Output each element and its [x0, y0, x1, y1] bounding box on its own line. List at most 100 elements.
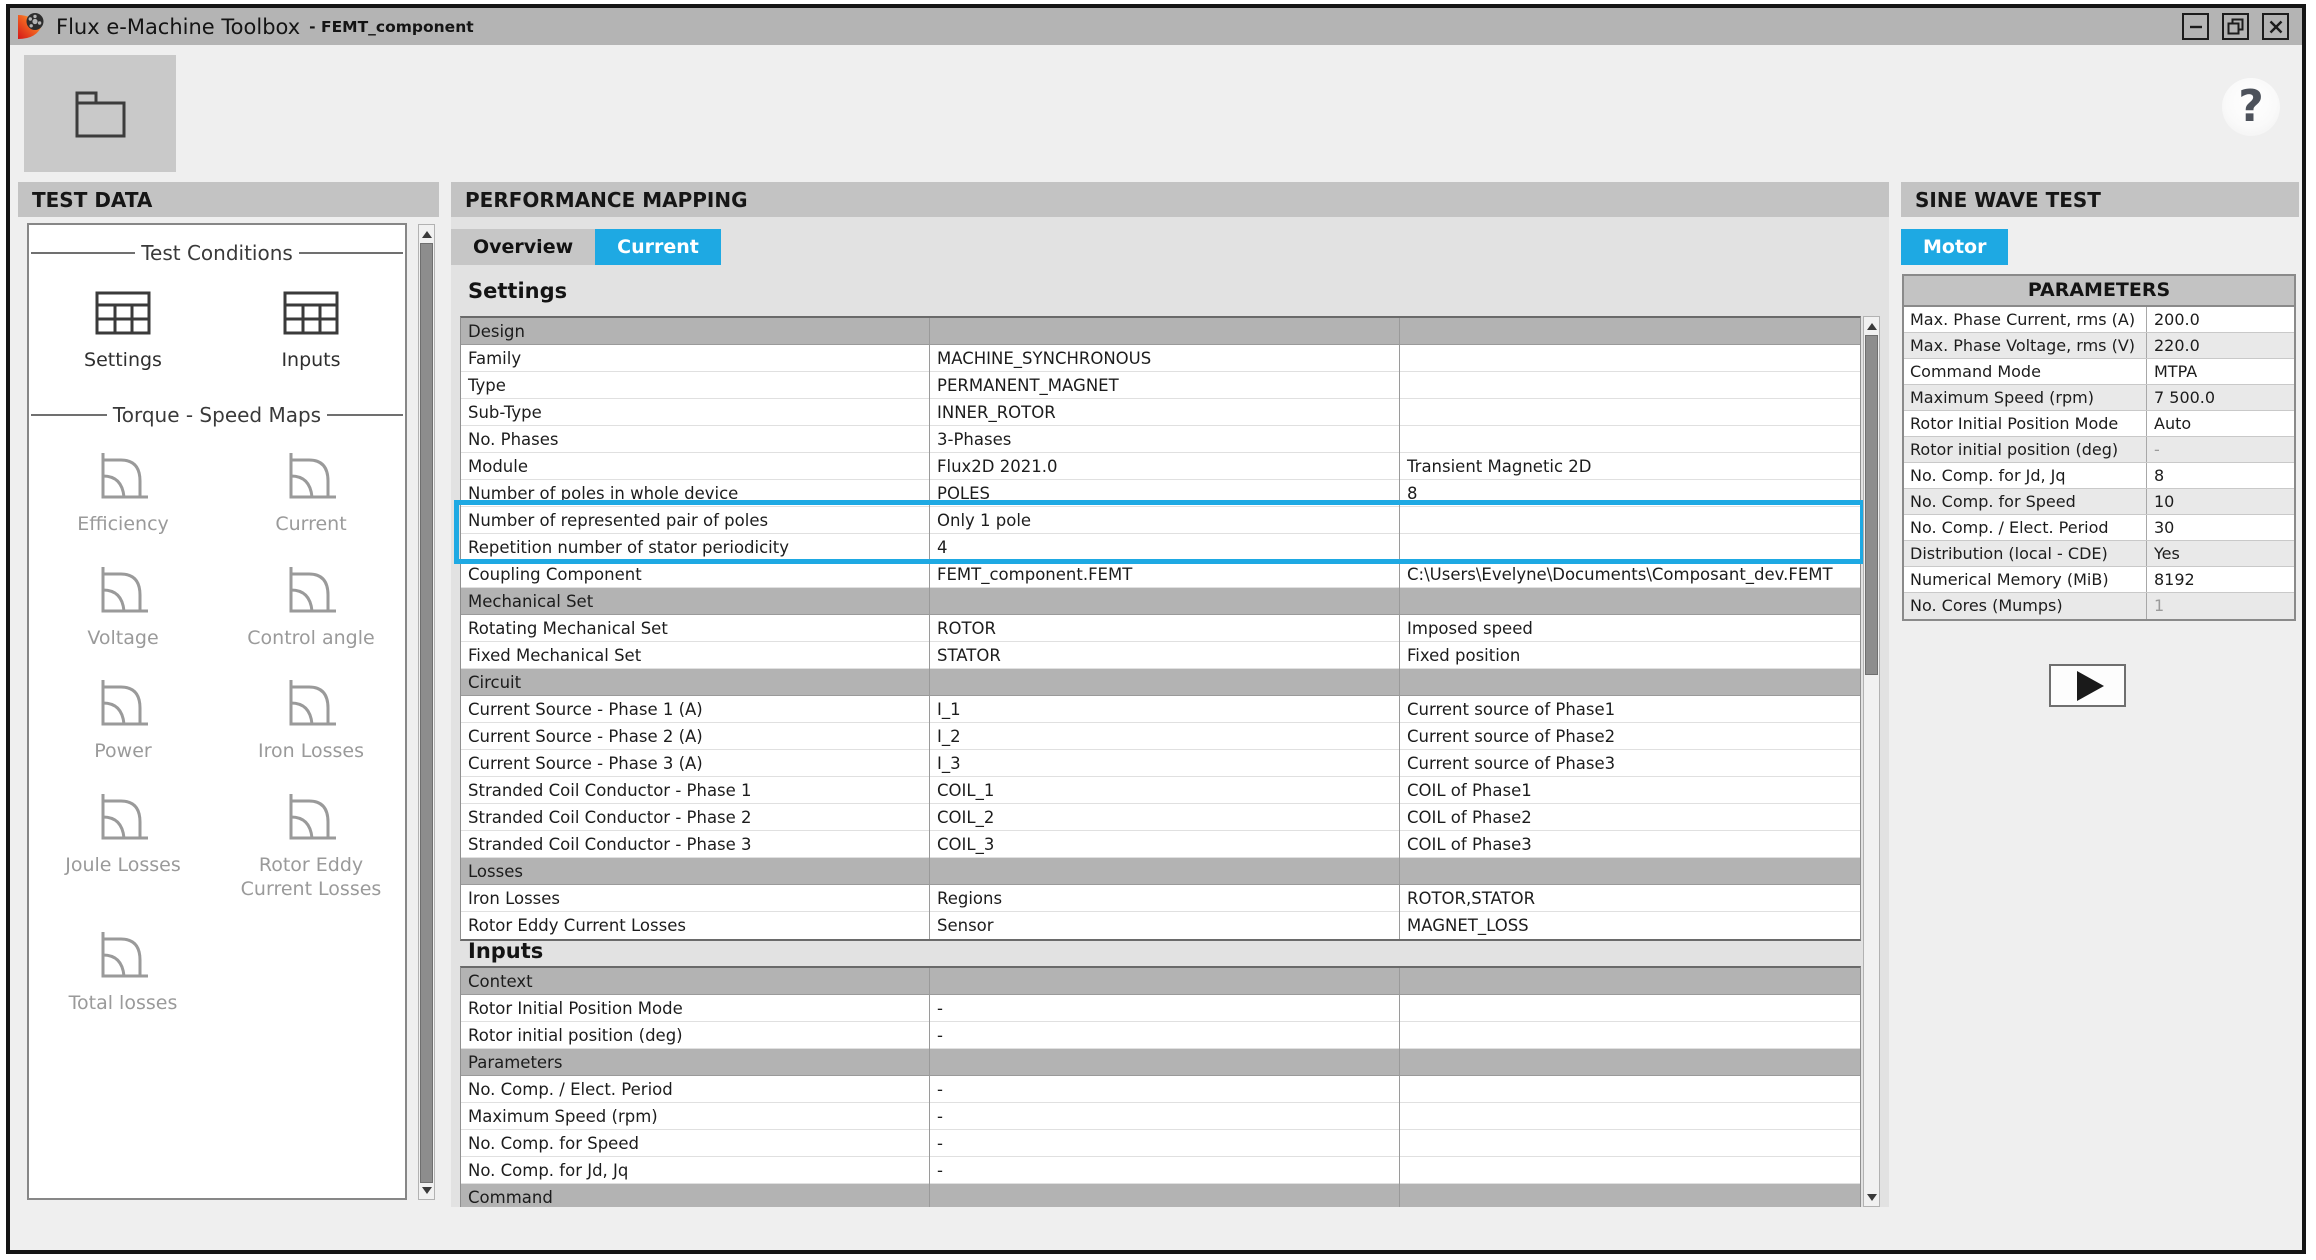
run-test-button[interactable]	[2049, 664, 2126, 707]
item-label: Current	[275, 513, 346, 537]
item-label: Inputs	[281, 349, 340, 373]
parameter-value[interactable]: 30	[2147, 515, 2294, 540]
items-grid: Settings Inputs	[29, 289, 405, 373]
test-data-item-total-losses[interactable]: Total losses	[34, 930, 212, 1016]
settings-section-losses[interactable]: Losses	[461, 858, 1860, 885]
torque-speed-map-icon	[284, 678, 338, 728]
settings-row-coupling-component[interactable]: Coupling ComponentFEMT_component.FEMTC:\…	[461, 561, 1860, 588]
close-button[interactable]	[2262, 13, 2289, 40]
inputs-section-context[interactable]: Context	[461, 968, 1860, 995]
help-button[interactable]: ?	[2222, 78, 2280, 136]
test-data-scrollbar[interactable]	[418, 224, 435, 1200]
test-data-item-iron-losses[interactable]: Iron Losses	[222, 678, 400, 764]
parameter-value[interactable]: Auto	[2147, 411, 2294, 436]
performance-scrollbar[interactable]	[1863, 316, 1880, 1207]
test-data-item-inputs[interactable]: Inputs	[222, 289, 400, 373]
scroll-up-icon[interactable]	[1864, 318, 1879, 334]
inputs-row-rotor-initial-position-deg[interactable]: Rotor initial position (deg)-	[461, 1022, 1860, 1049]
test-data-item-joule-losses[interactable]: Joule Losses	[34, 792, 212, 902]
section-label: Context	[461, 968, 929, 994]
settings-section-circuit[interactable]: Circuit	[461, 669, 1860, 696]
test-data-scroll-thumb[interactable]	[420, 243, 433, 1183]
row-extra	[1399, 399, 1860, 425]
settings-row-iron-losses[interactable]: Iron LossesRegionsROTOR,STATOR	[461, 885, 1860, 912]
settings-row-type[interactable]: TypePERMANENT_MAGNET	[461, 372, 1860, 399]
scroll-down-icon[interactable]	[1864, 1189, 1879, 1205]
settings-row-fixed-mechanical-set[interactable]: Fixed Mechanical SetSTATORFixed position	[461, 642, 1860, 669]
test-data-item-voltage[interactable]: Voltage	[34, 565, 212, 651]
performance-scroll-thumb[interactable]	[1865, 335, 1878, 675]
row-value: I_1	[929, 696, 1399, 722]
test-data-item-current[interactable]: Current	[222, 451, 400, 537]
parameter-value[interactable]: 220.0	[2147, 333, 2294, 358]
parameter-value[interactable]: 7 500.0	[2147, 385, 2294, 410]
inputs-row-no-comp-elect-period[interactable]: No. Comp. / Elect. Period-	[461, 1076, 1860, 1103]
settings-row-repetition-number-of-stator-periodicity[interactable]: Repetition number of stator periodicity4	[461, 534, 1860, 561]
tab-current[interactable]: Current	[595, 229, 721, 265]
parameter-value[interactable]: 8192	[2147, 567, 2294, 592]
inputs-row-no-comp-for-speed[interactable]: No. Comp. for Speed-	[461, 1130, 1860, 1157]
settings-section-mechanical-set[interactable]: Mechanical Set	[461, 588, 1860, 615]
parameter-value[interactable]: 200.0	[2147, 307, 2294, 332]
settings-row-current-source-phase-3-a[interactable]: Current Source - Phase 3 (A)I_3Current s…	[461, 750, 1860, 777]
restore-button[interactable]	[2222, 13, 2249, 40]
parameter-label: Rotor initial position (deg)	[1904, 437, 2147, 462]
settings-row-sub-type[interactable]: Sub-TypeINNER_ROTOR	[461, 399, 1860, 426]
test-data-item-efficiency[interactable]: Efficiency	[34, 451, 212, 537]
inputs-heading: Inputs	[468, 939, 543, 963]
inputs-row-rotor-initial-position-mode[interactable]: Rotor Initial Position Mode-	[461, 995, 1860, 1022]
settings-row-family[interactable]: FamilyMACHINE_SYNCHRONOUS	[461, 345, 1860, 372]
minimize-button[interactable]	[2182, 13, 2209, 40]
parameter-value[interactable]: 1	[2147, 593, 2294, 619]
inputs-section-parameters[interactable]: Parameters	[461, 1049, 1860, 1076]
scroll-up-icon[interactable]	[419, 226, 434, 242]
settings-row-current-source-phase-2-a[interactable]: Current Source - Phase 2 (A)I_2Current s…	[461, 723, 1860, 750]
inputs-row-no-comp-for-jd-jq[interactable]: No. Comp. for Jd, Jq-	[461, 1157, 1860, 1184]
row-value: -	[929, 995, 1399, 1021]
settings-row-stranded-coil-conductor-phase-2[interactable]: Stranded Coil Conductor - Phase 2COIL_2C…	[461, 804, 1860, 831]
row-label: Family	[461, 345, 929, 371]
parameter-row-max-phase-voltage-rms-v[interactable]: Max. Phase Voltage, rms (V)220.0	[1904, 333, 2294, 359]
parameter-row-no-comp-for-speed[interactable]: No. Comp. for Speed10	[1904, 489, 2294, 515]
inputs-section-command[interactable]: Command	[461, 1184, 1860, 1207]
parameter-row-max-phase-current-rms-a[interactable]: Max. Phase Current, rms (A)200.0	[1904, 307, 2294, 333]
settings-row-rotor-eddy-current-losses[interactable]: Rotor Eddy Current LossesSensorMAGNET_LO…	[461, 912, 1860, 939]
parameter-row-command-mode[interactable]: Command ModeMTPA	[1904, 359, 2294, 385]
settings-row-number-of-poles-in-whole-device[interactable]: Number of poles in whole devicePOLES8	[461, 480, 1860, 507]
scroll-down-icon[interactable]	[419, 1182, 434, 1198]
test-data-item-rotor-eddy-current-losses[interactable]: Rotor Eddy Current Losses	[222, 792, 400, 902]
parameter-row-maximum-speed-rpm[interactable]: Maximum Speed (rpm)7 500.0	[1904, 385, 2294, 411]
parameter-row-rotor-initial-position-mode[interactable]: Rotor Initial Position ModeAuto	[1904, 411, 2294, 437]
settings-row-no-phases[interactable]: No. Phases3-Phases	[461, 426, 1860, 453]
item-label: Iron Losses	[258, 740, 364, 764]
inputs-row-maximum-speed-rpm[interactable]: Maximum Speed (rpm)-	[461, 1103, 1860, 1130]
test-data-item-power[interactable]: Power	[34, 678, 212, 764]
parameter-row-numerical-memory-mib[interactable]: Numerical Memory (MiB)8192	[1904, 567, 2294, 593]
parameter-value[interactable]: -	[2147, 437, 2294, 462]
open-project-button[interactable]	[24, 55, 176, 172]
settings-row-current-source-phase-1-a[interactable]: Current Source - Phase 1 (A)I_1Current s…	[461, 696, 1860, 723]
row-value: -	[929, 1022, 1399, 1048]
settings-row-rotating-mechanical-set[interactable]: Rotating Mechanical SetROTORImposed spee…	[461, 615, 1860, 642]
table-icon	[94, 289, 152, 337]
parameters-table-header: PARAMETERS	[1904, 276, 2294, 307]
settings-row-stranded-coil-conductor-phase-3[interactable]: Stranded Coil Conductor - Phase 3COIL_3C…	[461, 831, 1860, 858]
test-data-item-settings[interactable]: Settings	[34, 289, 212, 373]
parameter-value[interactable]: MTPA	[2147, 359, 2294, 384]
parameter-value[interactable]: Yes	[2147, 541, 2294, 566]
parameter-value[interactable]: 10	[2147, 489, 2294, 514]
settings-row-stranded-coil-conductor-phase-1[interactable]: Stranded Coil Conductor - Phase 1COIL_1C…	[461, 777, 1860, 804]
parameter-row-no-comp-for-jd-jq[interactable]: No. Comp. for Jd, Jq8	[1904, 463, 2294, 489]
tab-overview[interactable]: Overview	[451, 229, 595, 265]
parameter-row-no-comp-elect-period[interactable]: No. Comp. / Elect. Period30	[1904, 515, 2294, 541]
row-extra	[1399, 345, 1860, 371]
parameter-value[interactable]: 8	[2147, 463, 2294, 488]
settings-row-number-of-represented-pair-of-poles[interactable]: Number of represented pair of polesOnly …	[461, 507, 1860, 534]
parameter-row-no-cores-mumps[interactable]: No. Cores (Mumps)1	[1904, 593, 2294, 619]
test-data-item-control-angle[interactable]: Control angle	[222, 565, 400, 651]
parameter-row-distribution-local-cde[interactable]: Distribution (local - CDE)Yes	[1904, 541, 2294, 567]
settings-row-module[interactable]: ModuleFlux2D 2021.0Transient Magnetic 2D	[461, 453, 1860, 480]
settings-section-design[interactable]: Design	[461, 318, 1860, 345]
tab-motor[interactable]: Motor	[1901, 229, 2008, 265]
parameter-row-rotor-initial-position-deg[interactable]: Rotor initial position (deg)-	[1904, 437, 2294, 463]
